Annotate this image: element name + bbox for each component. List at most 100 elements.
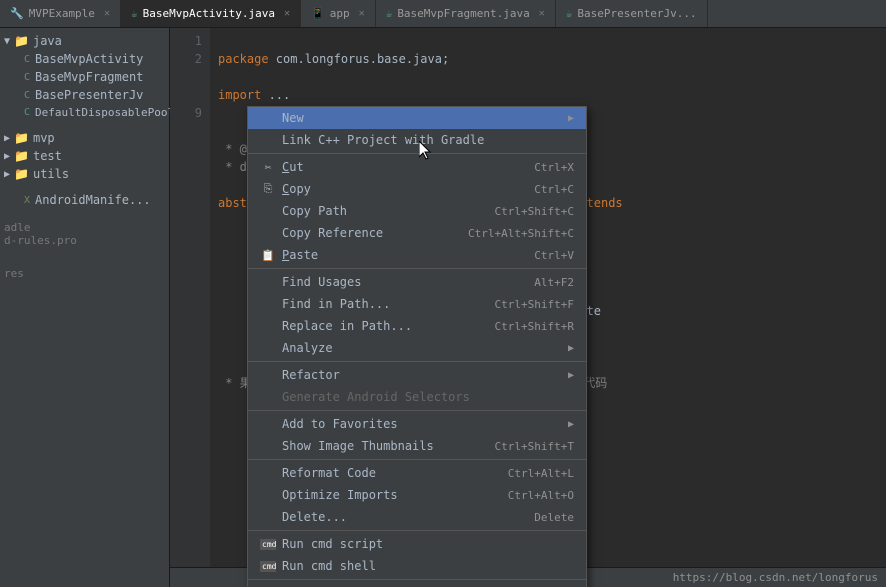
menu-item-refactor[interactable]: Refactor ▶ [248,364,586,386]
menu-item-delete[interactable]: Delete... Delete [248,506,586,528]
menu-item-findinpath-label: Find in Path... [282,297,390,311]
tab-app[interactable]: 📱 app ✕ [301,0,376,27]
menu-item-linkcpp[interactable]: Link C++ Project with Gradle [248,129,586,151]
separator-3 [248,361,586,362]
class-icon-1: C [24,54,30,65]
sidebar-section-utils[interactable]: ▶ 📁 utils [0,165,169,183]
folder-icon-test: 📁 [14,149,29,163]
copy-icon: ⎘ [260,182,276,196]
context-menu: New ▶ Link C++ Project with Gradle ✂ Cut… [247,106,587,587]
menu-item-paste[interactable]: 📋 Paste Ctrl+V [248,244,586,266]
sidebar-item-defaultdisposable[interactable]: C DefaultDisposablePoolImpl [0,104,169,121]
java-tab-icon-3: ☕ [566,7,573,20]
tab-mvpexample-close[interactable]: ✕ [104,8,110,19]
cmdscript-icon: cmd [260,539,276,550]
menu-item-copy[interactable]: ⎘ Copy Ctrl+C [248,178,586,200]
menu-item-new-label: New [282,111,304,125]
tab-basepresenterjv[interactable]: ☕ BasePresenterJv... [556,0,708,27]
menu-item-findusages[interactable]: Find Usages Alt+F2 [248,271,586,293]
optimizeimports-shortcut: Ctrl+Alt+O [508,489,574,502]
submenu-arrow-new: ▶ [568,113,574,124]
sidebar: ▼ 📁 java C BaseMvpActivity C BaseMvpFrag… [0,28,170,587]
menu-item-refactor-label: Refactor [282,368,340,382]
menu-item-analyze-label: Analyze [282,341,333,355]
line-numbers: 1 2 9 [170,28,210,587]
sidebar-item-basemvpactivity[interactable]: C BaseMvpActivity [0,50,169,68]
menu-item-copypath[interactable]: Copy Path Ctrl+Shift+C [248,200,586,222]
sidebar-test-label: test [33,149,62,163]
sidebar-item-basepresenterjv[interactable]: C BasePresenterJv [0,86,169,104]
sidebar-section-test[interactable]: ▶ 📁 test [0,147,169,165]
separator-2 [248,268,586,269]
menu-item-copy-label: Copy [282,182,311,196]
menu-item-cut[interactable]: ✂ Cut Ctrl+X [248,156,586,178]
menu-item-favorites[interactable]: Add to Favorites ▶ [248,413,586,435]
menu-item-optimizeimports[interactable]: Optimize Imports Ctrl+Alt+O [248,484,586,506]
menu-item-cmdscript[interactable]: cmd Run cmd script [248,533,586,555]
delete-shortcut: Delete [534,511,574,524]
folder-icon-utils: 📁 [14,167,29,181]
replaceinpath-shortcut: Ctrl+Shift+R [495,320,574,333]
paste-shortcut: Ctrl+V [534,249,574,262]
sidebar-root-label: java [33,34,62,48]
findusages-shortcut: Alt+F2 [534,276,574,289]
main-layout: ▼ 📁 java C BaseMvpActivity C BaseMvpFrag… [0,28,886,587]
menu-item-copyreference[interactable]: Copy Reference Ctrl+Alt+Shift+C [248,222,586,244]
tab-mvpexample-label: MVPExample [29,7,95,20]
sidebar-item-label-2: BaseMvpFragment [35,70,143,84]
cmdshell-icon: cmd [260,561,276,572]
separator-6 [248,530,586,531]
menu-item-favorites-label: Add to Favorites [282,417,398,431]
menu-item-new[interactable]: New ▶ [248,107,586,129]
menu-item-replaceinpath[interactable]: Replace in Path... Ctrl+Shift+R [248,315,586,337]
separator-5 [248,459,586,460]
separator-1 [248,153,586,154]
tab-basemvpactivity-close[interactable]: ✕ [284,8,290,19]
class-icon-4: C [24,107,30,118]
tab-basemvpactivity-label: BaseMvpActivity.java [143,7,275,20]
tab-basemvpactivity[interactable]: ☕ BaseMvpActivity.java ✕ [121,0,301,27]
reformat-shortcut: Ctrl+Alt+L [508,467,574,480]
menu-item-thumbnails[interactable]: Show Image Thumbnails Ctrl+Shift+T [248,435,586,457]
sidebar-item-label-1: BaseMvpActivity [35,52,143,66]
menu-item-cmdshell[interactable]: cmd Run cmd shell [248,555,586,577]
sidebar-item-androidmanifest[interactable]: X AndroidManife... [0,191,169,209]
submenu-arrow-favorites: ▶ [568,419,574,430]
menu-item-copypath-label: Copy Path [282,204,347,218]
sidebar-footer-3: res [0,267,169,280]
arrow-right-icon-utils: ▶ [4,169,10,180]
sidebar-item-basemvpfragment[interactable]: C BaseMvpFragment [0,68,169,86]
paste-icon: 📋 [260,249,276,262]
class-icon-3: C [24,90,30,101]
submenu-arrow-analyze: ▶ [568,343,574,354]
menu-item-findinpath[interactable]: Find in Path... Ctrl+Shift+F [248,293,586,315]
sidebar-footer-2: d-rules.pro [0,234,169,247]
sidebar-section-mvp[interactable]: ▶ 📁 mvp [0,129,169,147]
tab-basemvpfragment-label: BaseMvpFragment.java [397,7,529,20]
code-area: 1 2 9 [170,28,886,587]
menu-item-generateselectors-label: Generate Android Selectors [282,390,470,404]
thumbnails-shortcut: Ctrl+Shift+T [495,440,574,453]
menu-item-cut-label: Cut [282,160,304,174]
menu-item-replaceinpath-label: Replace in Path... [282,319,412,333]
arrow-down-icon: ▼ [4,36,10,47]
tab-basemvpfragment-close[interactable]: ✕ [539,8,545,19]
xml-icon: X [24,195,30,206]
tab-app-close[interactable]: ✕ [359,8,365,19]
menu-item-generateselectors: Generate Android Selectors [248,386,586,408]
app-tab-icon: 📱 [311,7,325,20]
menu-item-runtests[interactable]: ▶ Run 'Tests in 'com.longforus.test'' Ct… [248,582,586,587]
sidebar-java-root[interactable]: ▼ 📁 java [0,32,169,50]
sidebar-footer-1: adle [0,221,169,234]
menu-item-thumbnails-label: Show Image Thumbnails [282,439,434,453]
tab-basemvpfragment[interactable]: ☕ BaseMvpFragment.java ✕ [376,0,556,27]
cut-shortcut: Ctrl+X [534,161,574,174]
menu-item-reformat[interactable]: Reformat Code Ctrl+Alt+L [248,462,586,484]
cut-icon: ✂ [260,161,276,174]
class-icon-2: C [24,72,30,83]
tab-mvpexample[interactable]: 🔧 MVPExample ✕ [0,0,121,27]
status-url: https://blog.csdn.net/longforus [673,571,878,584]
copy-shortcut: Ctrl+C [534,183,574,196]
menu-item-analyze[interactable]: Analyze ▶ [248,337,586,359]
menu-item-paste-label: Paste [282,248,318,262]
